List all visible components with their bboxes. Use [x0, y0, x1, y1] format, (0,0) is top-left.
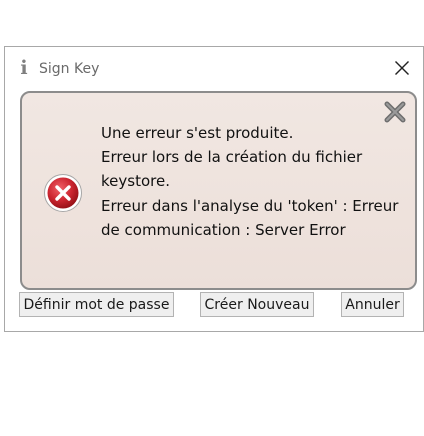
- message-line: Erreur dans l'analyse du 'token' : Erreu…: [101, 196, 399, 215]
- dismiss-message-button[interactable]: [383, 101, 407, 123]
- message-line: keystore.: [101, 172, 170, 191]
- close-button[interactable]: [387, 53, 417, 83]
- cancel-button[interactable]: Annuler: [341, 292, 404, 317]
- dialog-window: i Sign Key Une erreur s'est produite. Er…: [4, 46, 424, 332]
- error-message-panel: Une erreur s'est produite. Erreur lors d…: [20, 91, 417, 290]
- window-title: Sign Key: [39, 61, 100, 77]
- message-line: de communication : Server Error: [101, 220, 346, 239]
- dismiss-icon: [384, 101, 406, 123]
- message-line: Une erreur s'est produite.: [101, 124, 294, 142]
- error-message-text: Une erreur s'est produite. Erreur lors d…: [101, 121, 406, 242]
- title-bar[interactable]: i Sign Key: [5, 47, 423, 91]
- define-password-button[interactable]: Définir mot de passe: [19, 292, 174, 317]
- info-icon: i: [20, 57, 28, 79]
- create-new-button[interactable]: Créer Nouveau: [200, 292, 314, 317]
- close-icon: [395, 61, 409, 75]
- message-line: Erreur lors de la création du fichier: [101, 148, 363, 167]
- error-icon: [43, 173, 83, 213]
